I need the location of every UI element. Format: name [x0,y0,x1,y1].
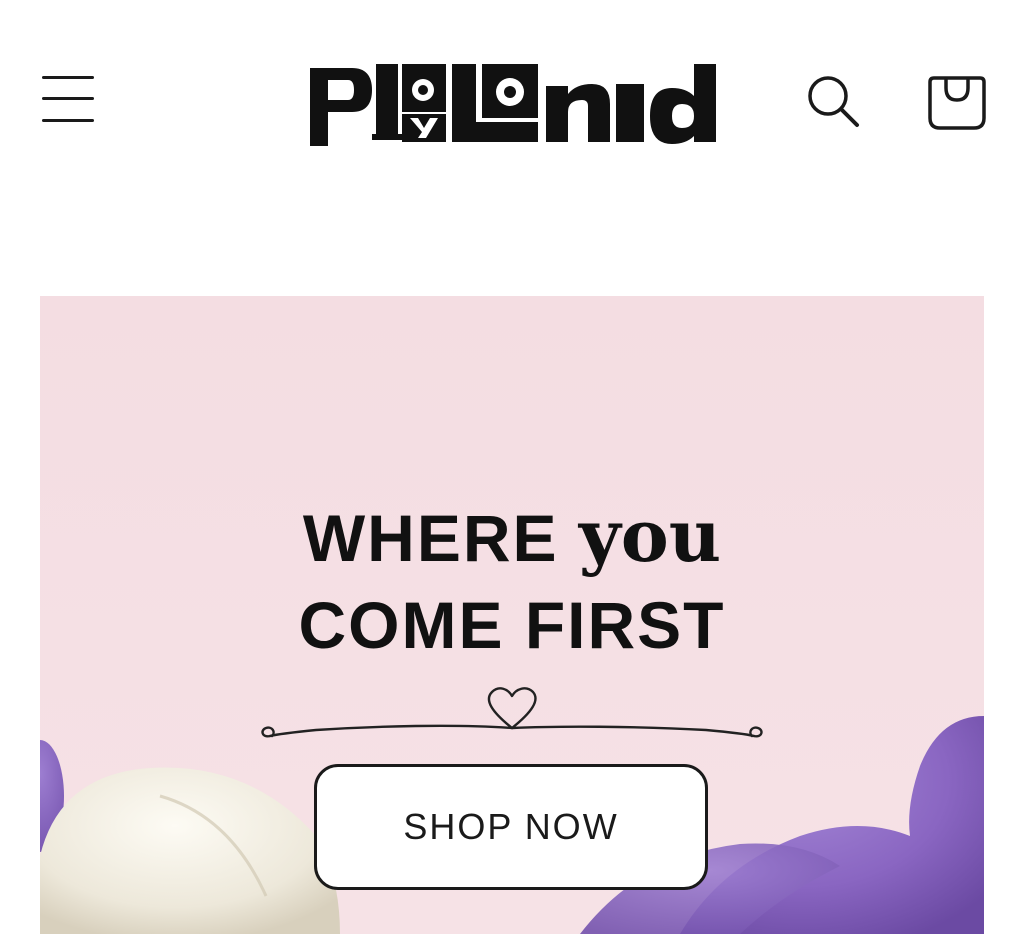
headline-word: WHERE [302,501,559,575]
cart-button[interactable] [924,66,990,136]
brand-logo[interactable]: playland [306,56,720,148]
heart-flourish-icon [261,687,763,738]
search-icon [808,76,859,127]
hero-headline: WHERE you COME FIRST [40,496,984,664]
hamburger-menu-icon [42,97,94,100]
search-button[interactable] [802,70,866,134]
site-header: playland [0,0,1024,200]
shopping-bag-icon [928,76,986,130]
hamburger-menu-icon [42,76,94,79]
shop-now-button[interactable]: SHOP NOW [314,764,708,890]
hamburger-menu-icon [42,119,94,122]
headline-accent-word: you [578,493,722,578]
headline-line-2: COME FIRST [298,588,726,662]
headline-line-1: WHERE you [40,496,984,576]
brand-logo-mark [310,64,716,146]
hero-banner: WHERE you COME FIRST SHOP NOW [40,296,984,934]
page: playland [0,0,1024,934]
menu-button[interactable] [34,64,104,134]
